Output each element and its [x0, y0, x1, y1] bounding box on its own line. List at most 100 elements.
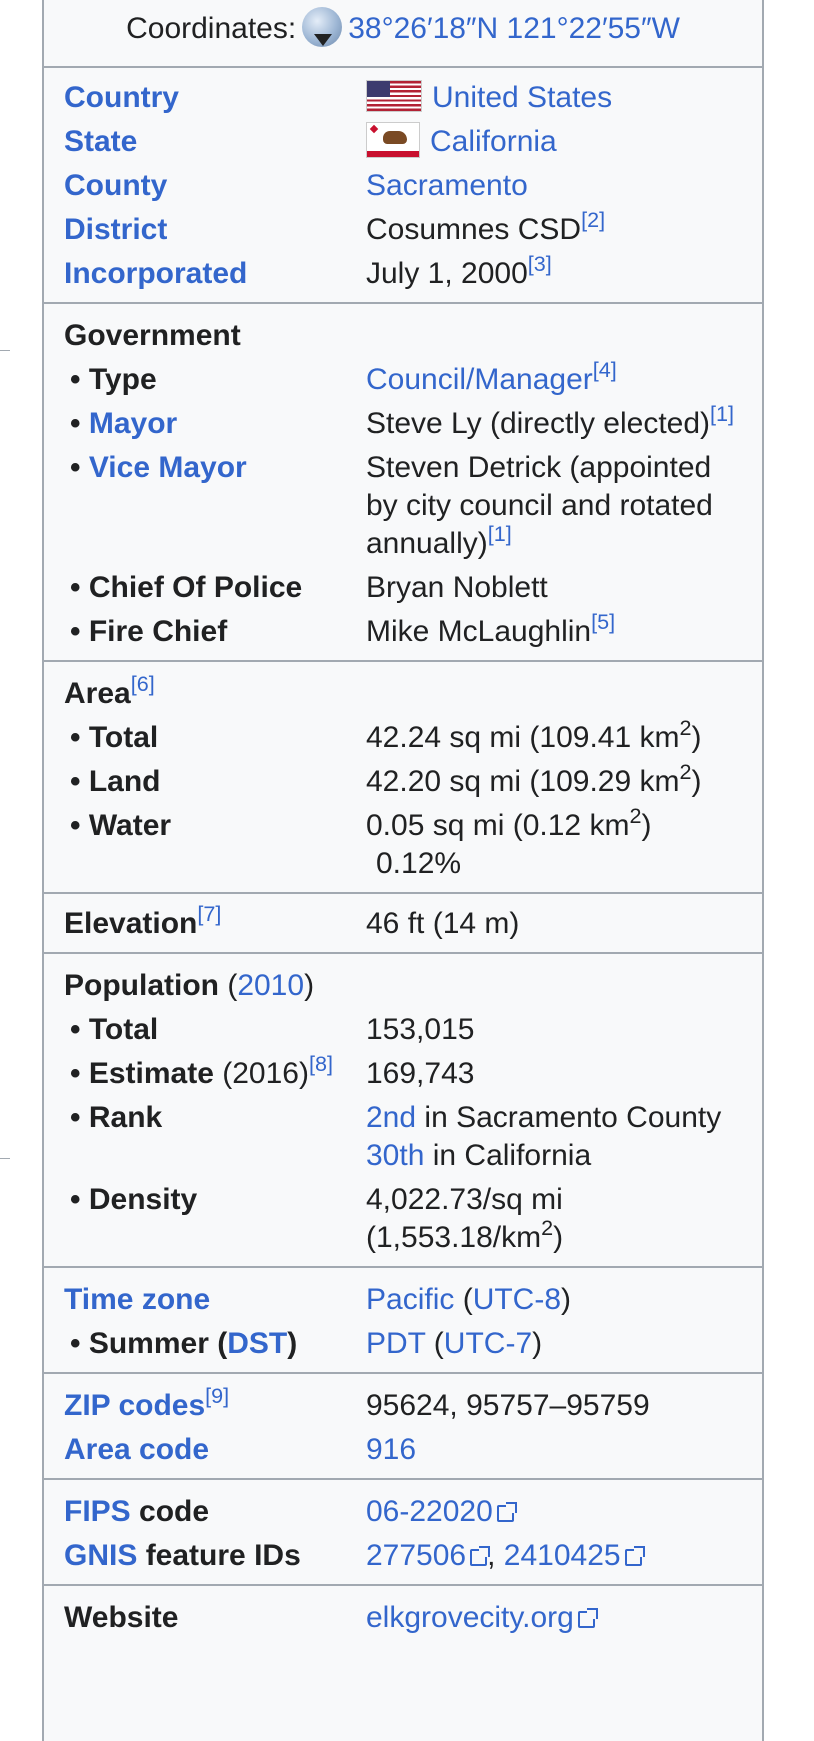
gov-type-row: • Type Council/Manager[4]: [44, 358, 762, 402]
state-row: State California: [44, 120, 762, 164]
population-section: Population (2010) • Total 153,015 • Esti…: [44, 954, 762, 1269]
government-heading: Government: [64, 319, 241, 353]
area-water-row: • Water 0.05 sq mi (0.12 km2) 0.12%: [44, 804, 762, 886]
reference-link[interactable]: [1]: [488, 521, 512, 546]
mayor-value: Steve Ly (directly elected): [366, 407, 711, 441]
area-heading-row: Area[6]: [44, 672, 762, 716]
government-section: Government • Type Council/Manager[4] • M…: [44, 304, 762, 663]
district-value: Cosumnes CSD: [366, 213, 582, 247]
state-label[interactable]: State: [64, 125, 137, 158]
incorporated-label[interactable]: Incorporated: [64, 257, 247, 290]
country-label[interactable]: Country: [64, 81, 179, 114]
timezone-zone-link[interactable]: Pacific: [366, 1283, 454, 1316]
reference-link[interactable]: [7]: [197, 901, 221, 926]
california-flag-icon[interactable]: [366, 122, 420, 159]
elevation-row: Elevation[7] 46 ft (14 m): [44, 902, 762, 946]
chief-police-label: • Chief Of Police: [70, 571, 303, 605]
website-section: Website elkgrovecity.org: [44, 1586, 762, 1646]
reference-link[interactable]: [4]: [593, 357, 617, 382]
reference-link[interactable]: [2]: [581, 207, 605, 232]
vice-mayor-label[interactable]: Vice Mayor: [89, 451, 247, 484]
elevation-label: Elevation: [64, 907, 198, 941]
population-year-link[interactable]: 2010: [237, 969, 304, 1002]
vice-mayor-value: Steven Detrick (appointed by city counci…: [366, 451, 713, 561]
county-value[interactable]: Sacramento: [366, 169, 528, 202]
gnis-row: GNIS feature IDs 277506, 2410425: [44, 1534, 762, 1578]
area-total-value: 42.24 sq mi (109.41 km: [366, 721, 680, 755]
incorporated-value: July 1, 2000: [366, 257, 528, 291]
area-code-value[interactable]: 916: [366, 1433, 416, 1466]
area-water-value: 0.05 sq mi (0.12 km: [366, 809, 630, 843]
dst-link[interactable]: DST: [227, 1327, 287, 1360]
population-rank-row: • Rank 2nd in Sacramento County 30th in C…: [44, 1096, 762, 1178]
rank-county-text: in Sacramento County: [416, 1101, 722, 1135]
reference-link[interactable]: [9]: [205, 1383, 229, 1408]
district-row: District Cosumnes CSD[2]: [44, 208, 762, 252]
elevation-section: Elevation[7] 46 ft (14 m): [44, 894, 762, 955]
area-total-row: • Total 42.24 sq mi (109.41 km2): [44, 716, 762, 760]
paren: (: [218, 969, 238, 1003]
fips-row: FIPS code 06-22020: [44, 1490, 762, 1534]
summer-zone-link[interactable]: PDT: [366, 1327, 425, 1360]
gnis-label-link[interactable]: GNIS: [64, 1539, 137, 1572]
gov-type-value[interactable]: Council/Manager: [366, 363, 593, 396]
mayor-label[interactable]: Mayor: [89, 407, 177, 440]
us-flag-icon[interactable]: [366, 80, 422, 113]
area-water-percent: 0.12%: [376, 847, 462, 881]
coordinates-link[interactable]: 38°26′18″N 121°22′55″W: [348, 12, 680, 45]
country-row: Country United States: [44, 76, 762, 120]
fips-label-text: code: [130, 1495, 210, 1529]
fips-label-link[interactable]: FIPS: [64, 1495, 131, 1528]
timezone-label[interactable]: Time zone: [64, 1283, 210, 1316]
fips-value-link[interactable]: 06-22020: [366, 1495, 493, 1528]
rank-state-link[interactable]: 30th: [366, 1139, 424, 1172]
timezone-offset-link[interactable]: UTC-8: [473, 1283, 561, 1316]
elevation-value: 46 ft (14 m): [366, 907, 520, 941]
state-value[interactable]: California: [430, 125, 557, 158]
bullet: •: [70, 407, 89, 441]
gutter-tick: [0, 350, 10, 351]
area-water-label: • Water: [70, 809, 172, 843]
chief-police-value: Bryan Noblett: [366, 571, 548, 605]
closing-paren: ): [641, 809, 652, 843]
codes-section: ZIP codes[9] 95624, 95757–95759 Area cod…: [44, 1374, 762, 1481]
website-label: Website: [64, 1601, 179, 1635]
country-value[interactable]: United States: [432, 81, 612, 114]
population-total-value: 153,015: [366, 1013, 475, 1047]
gnis-value-link-2[interactable]: 2410425: [504, 1539, 621, 1572]
reference-link[interactable]: [1]: [710, 401, 734, 426]
area-total-label: • Total: [70, 721, 159, 755]
population-estimate-label: • Estimate: [70, 1057, 214, 1091]
area-code-row: Area code 916: [44, 1428, 762, 1472]
population-estimate-row: • Estimate (2016)[8] 169,743: [44, 1052, 762, 1096]
superscript: 2: [629, 803, 642, 829]
area-land-value: 42.20 sq mi (109.29 km: [366, 765, 680, 799]
area-code-label[interactable]: Area code: [64, 1433, 209, 1466]
area-land-label: • Land: [70, 765, 161, 799]
closing-paren: ): [691, 765, 702, 799]
reference-link[interactable]: [5]: [591, 609, 615, 634]
timezone-section: Time zone Pacific (UTC-8) • Summer (DST)…: [44, 1268, 762, 1375]
rank-county-link[interactable]: 2nd: [366, 1101, 416, 1134]
zip-row: ZIP codes[9] 95624, 95757–95759: [44, 1384, 762, 1428]
reference-link[interactable]: [8]: [309, 1051, 333, 1076]
summer-label: • Summer (: [70, 1327, 228, 1361]
paren: ): [304, 969, 315, 1003]
reference-link[interactable]: [6]: [131, 671, 155, 696]
paren: ): [287, 1327, 298, 1361]
zip-label[interactable]: ZIP codes: [64, 1389, 205, 1422]
timezone-row: Time zone Pacific (UTC-8): [64, 1283, 572, 1317]
external-link-icon: [577, 1608, 598, 1629]
summer-offset-link[interactable]: UTC-7: [444, 1327, 532, 1360]
general-section: Country United States State California C…: [44, 68, 762, 305]
closing-paren: ): [553, 1221, 564, 1255]
website-link[interactable]: elkgrovecity.org: [366, 1601, 574, 1634]
chief-police-row: • Chief Of Police Bryan Noblett: [44, 566, 762, 610]
zip-value: 95624, 95757–95759: [366, 1389, 650, 1423]
district-label[interactable]: District: [64, 213, 167, 246]
gnis-value-link-1[interactable]: 277506: [366, 1539, 466, 1572]
globe-icon[interactable]: [302, 7, 343, 48]
reference-link[interactable]: [3]: [528, 251, 552, 276]
county-label[interactable]: County: [64, 169, 167, 202]
area-section: Area[6] • Total 42.24 sq mi (109.41 km2)…: [44, 662, 762, 895]
